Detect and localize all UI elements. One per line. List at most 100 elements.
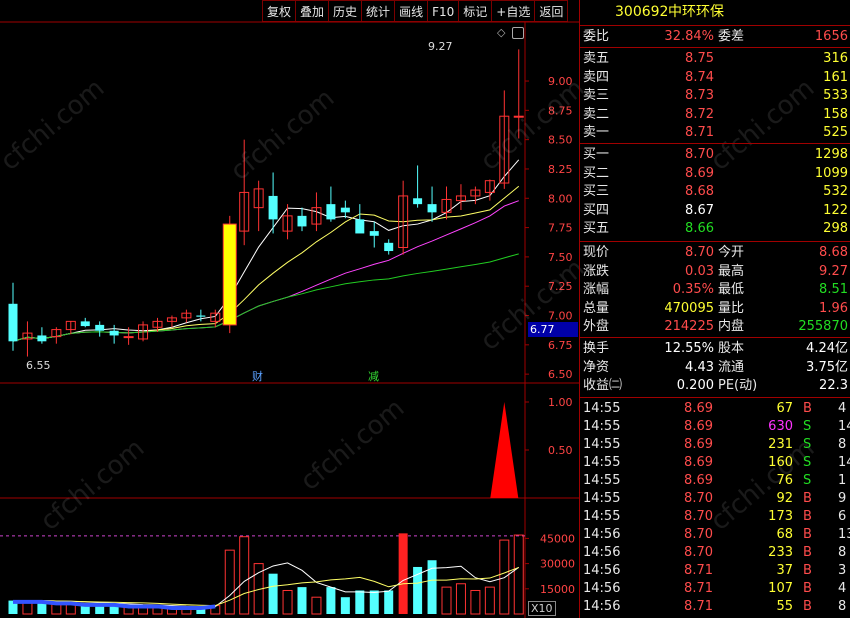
ask-label: 卖一 bbox=[583, 125, 610, 140]
bid-price: 8.70 bbox=[685, 147, 714, 162]
tick-row: 14:55 8.70 92 B 9 bbox=[580, 490, 850, 508]
stock-name: 中环环保 bbox=[668, 4, 724, 20]
stat-value: 9.27 bbox=[819, 263, 848, 279]
stat-row: 总量 470095 量比 1.96 bbox=[580, 300, 850, 318]
bid-volume: 1298 bbox=[814, 147, 848, 162]
bid-row: 买一 8.70 1298 bbox=[580, 146, 850, 164]
tick-row: 14:55 8.69 76 S 1 bbox=[580, 472, 850, 490]
volume-tick-label: 15000 bbox=[540, 583, 575, 596]
ask-volume: 525 bbox=[823, 125, 848, 140]
tick-price: 8.69 bbox=[684, 473, 713, 488]
price-tick-label: 8.50 bbox=[548, 134, 573, 147]
fin-value: 22.3 bbox=[819, 378, 848, 393]
stat-value: 8.51 bbox=[819, 282, 848, 297]
weicha-value: 1656 bbox=[814, 29, 848, 44]
stat-label: 现价 bbox=[583, 245, 610, 260]
tick-time: 14:55 bbox=[583, 437, 621, 452]
tick-count: 14 bbox=[838, 419, 850, 434]
tick-side: S bbox=[803, 473, 812, 488]
candle-body bbox=[80, 321, 90, 327]
fin-label: 流通 bbox=[718, 359, 745, 375]
ma60-line bbox=[12, 253, 519, 342]
finance-event-marker[interactable]: 财 bbox=[252, 368, 263, 384]
tick-time: 14:56 bbox=[583, 527, 621, 542]
price-tick-label: 8.00 bbox=[548, 192, 573, 205]
diamond-icon[interactable]: ◇ bbox=[497, 26, 505, 39]
fin-row: 换手 12.55% 股本 4.24亿 bbox=[580, 340, 850, 358]
tick-row: 14:55 8.69 630 S 14 bbox=[580, 418, 850, 436]
tick-side: S bbox=[803, 419, 812, 434]
tick-side: B bbox=[803, 401, 812, 416]
stat-row: 涨幅 0.35% 最低 8.51 bbox=[580, 281, 850, 299]
tick-volume: 67 bbox=[776, 401, 793, 416]
ma5-line bbox=[12, 159, 520, 342]
tick-count: 4 bbox=[838, 581, 847, 596]
chart-option-icon[interactable] bbox=[512, 27, 524, 39]
tick-volume: 231 bbox=[768, 437, 793, 452]
tick-row: 14:56 8.71 55 B 8 bbox=[580, 598, 850, 616]
tick-count: 8 bbox=[838, 437, 847, 452]
stat-value: 214225 bbox=[664, 319, 714, 334]
tick-volume: 68 bbox=[776, 527, 793, 542]
ask-label: 卖四 bbox=[583, 69, 610, 85]
volume-bar bbox=[340, 597, 350, 614]
candle-body bbox=[196, 315, 206, 317]
tick-count: 13 bbox=[838, 527, 850, 542]
bid-label: 买五 bbox=[583, 221, 610, 236]
volume-bar bbox=[239, 536, 250, 615]
reduce-event-marker[interactable]: 减 bbox=[368, 368, 379, 384]
tick-side: S bbox=[803, 437, 812, 452]
price-tick-label: 7.75 bbox=[548, 222, 573, 235]
volume-multiplier[interactable]: X10 bbox=[528, 601, 556, 616]
tick-volume: 160 bbox=[768, 455, 793, 470]
tick-price: 8.71 bbox=[684, 581, 713, 596]
tick-volume: 630 bbox=[768, 419, 793, 434]
tick-count: 3 bbox=[838, 563, 847, 578]
tick-time: 14:55 bbox=[583, 455, 621, 470]
volume-tick-label: 30000 bbox=[540, 558, 575, 571]
volume-bar bbox=[398, 533, 408, 614]
stat-label: 最低 bbox=[718, 282, 745, 297]
fin-row: 净资 4.43 流通 3.75亿 bbox=[580, 359, 850, 377]
volume-bar bbox=[355, 590, 365, 614]
volume-bar bbox=[282, 589, 293, 615]
tick-row: 14:56 8.70 68 B 13 bbox=[580, 526, 850, 544]
fin-value: 0.200 bbox=[676, 378, 714, 393]
tick-side: B bbox=[803, 491, 812, 506]
ask-price: 8.73 bbox=[685, 88, 714, 103]
candle-body bbox=[427, 204, 437, 213]
stat-value: 8.70 bbox=[685, 245, 714, 260]
price-tick-label: 6.50 bbox=[548, 368, 573, 381]
tick-time: 14:55 bbox=[583, 401, 621, 416]
ask-row: 卖二 8.72 158 bbox=[580, 106, 850, 124]
ask-price: 8.72 bbox=[685, 106, 714, 122]
tick-volume: 92 bbox=[776, 491, 793, 506]
price-tick-label: 7.00 bbox=[548, 310, 573, 323]
candle-body bbox=[326, 204, 336, 220]
fin-value: 4.24亿 bbox=[806, 341, 848, 356]
indicator-tick-label: 0.50 bbox=[548, 444, 573, 457]
volume-ma5-line bbox=[13, 562, 520, 608]
ask-volume: 161 bbox=[823, 69, 848, 85]
tick-row: 14:56 8.70 233 B 8 bbox=[580, 544, 850, 562]
indicator-tick-label: 1.00 bbox=[548, 396, 573, 409]
volume-bar bbox=[224, 549, 235, 615]
candle-body bbox=[297, 215, 307, 227]
stat-row: 现价 8.70 今开 8.68 bbox=[580, 244, 850, 262]
ask-row: 卖三 8.73 533 bbox=[580, 87, 850, 105]
fin-row: 收益㈡ 0.200 PE(动) 22.3 bbox=[580, 377, 850, 395]
ask-price: 8.74 bbox=[685, 69, 714, 85]
volume-bar bbox=[297, 587, 307, 614]
tick-volume: 37 bbox=[776, 563, 793, 578]
tick-time: 14:55 bbox=[583, 509, 621, 524]
tick-side: B bbox=[803, 509, 812, 524]
volume-bar bbox=[470, 589, 481, 615]
ask-label: 卖三 bbox=[583, 88, 610, 103]
tick-row: 14:55 8.70 173 B 6 bbox=[580, 508, 850, 526]
tick-time: 14:55 bbox=[583, 473, 621, 488]
tick-count: 1 bbox=[838, 473, 847, 488]
quote-panel: 300692 中环环保 委比 32.84% 委差 1656 卖五 8.75 316 卖… bbox=[579, 0, 850, 618]
tick-row: 14:55 8.69 231 S 8 bbox=[580, 436, 850, 454]
stat-label: 今开 bbox=[718, 245, 745, 260]
tick-volume: 233 bbox=[768, 545, 793, 560]
